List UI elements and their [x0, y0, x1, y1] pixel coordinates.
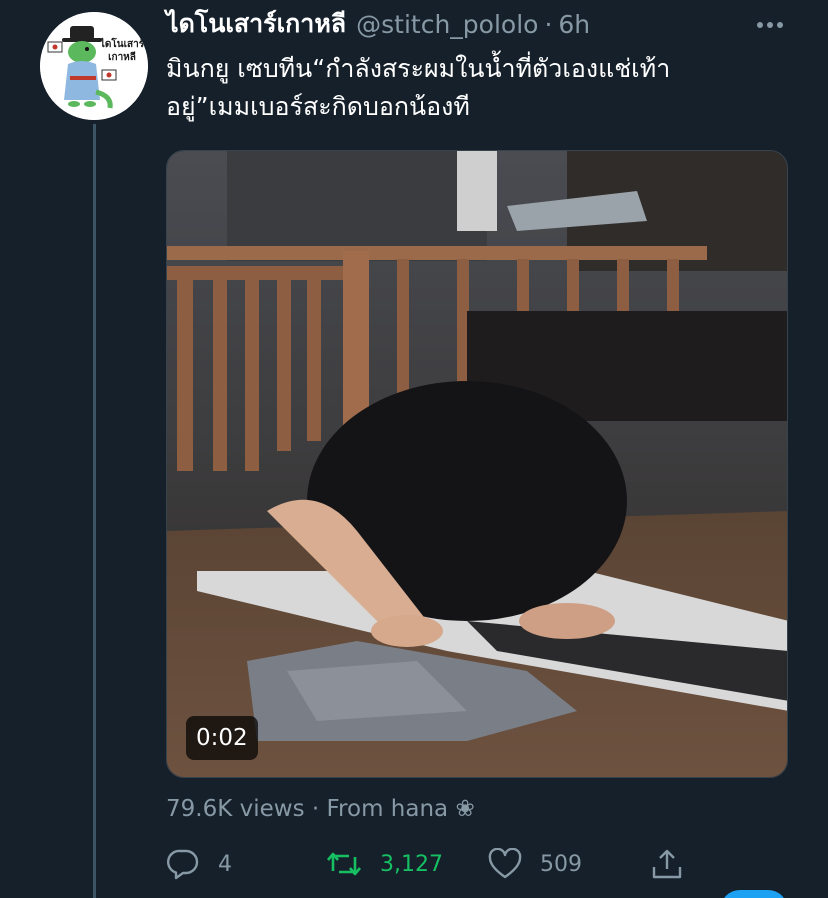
- video-source[interactable]: From hana ❀: [327, 796, 475, 822]
- retweet-icon: [327, 852, 361, 876]
- reply-button[interactable]: 4: [166, 842, 232, 886]
- video-frame: [167, 151, 787, 777]
- share-button[interactable]: [650, 842, 684, 886]
- avatar-logo-text: ไดโนเสาร์เกาหลี: [99, 39, 145, 63]
- tweet-thread-view: ไดโนเสาร์เกาหลี ไดโนเสาร์เกาหลี @stitch_…: [0, 0, 828, 898]
- retweet-button[interactable]: 3,127: [326, 842, 443, 886]
- tweet-text: มินกยู เซบทีน“กำลังสระผมในน้ำที่ตัวเองแช…: [166, 54, 671, 121]
- compose-button[interactable]: [720, 890, 788, 898]
- share-icon: [652, 849, 682, 879]
- tweet-timestamp[interactable]: 6h: [558, 10, 590, 39]
- tweet-actions: 4 3,127 509: [166, 842, 706, 886]
- avatar[interactable]: ไดโนเสาร์เกาหลี: [40, 12, 148, 120]
- like-button[interactable]: 509: [488, 842, 582, 886]
- retweet-count: 3,127: [380, 851, 443, 877]
- more-icon[interactable]: [752, 10, 788, 40]
- dinosaur-avatar-illustration: [40, 12, 148, 120]
- tweet-header: ไดโนเสาร์เกาหลี @stitch_pololo · 6h: [166, 6, 590, 42]
- header-separator: ·: [544, 9, 553, 39]
- view-count: 79.6K views: [166, 796, 305, 822]
- tweet-meta: 79.6K views · From hana ❀: [166, 796, 475, 822]
- display-name[interactable]: ไดโนเสาร์เกาหลี: [166, 4, 346, 44]
- like-icon: [488, 848, 522, 879]
- video-duration-badge: 0:02: [186, 716, 258, 760]
- user-handle[interactable]: @stitch_pololo: [356, 10, 538, 39]
- reply-count: 4: [218, 851, 232, 877]
- like-count: 509: [540, 851, 582, 877]
- video-player[interactable]: [166, 150, 788, 778]
- reply-icon: [167, 849, 199, 880]
- thread-connector-line: [93, 124, 96, 898]
- meta-separator: ·: [311, 796, 320, 822]
